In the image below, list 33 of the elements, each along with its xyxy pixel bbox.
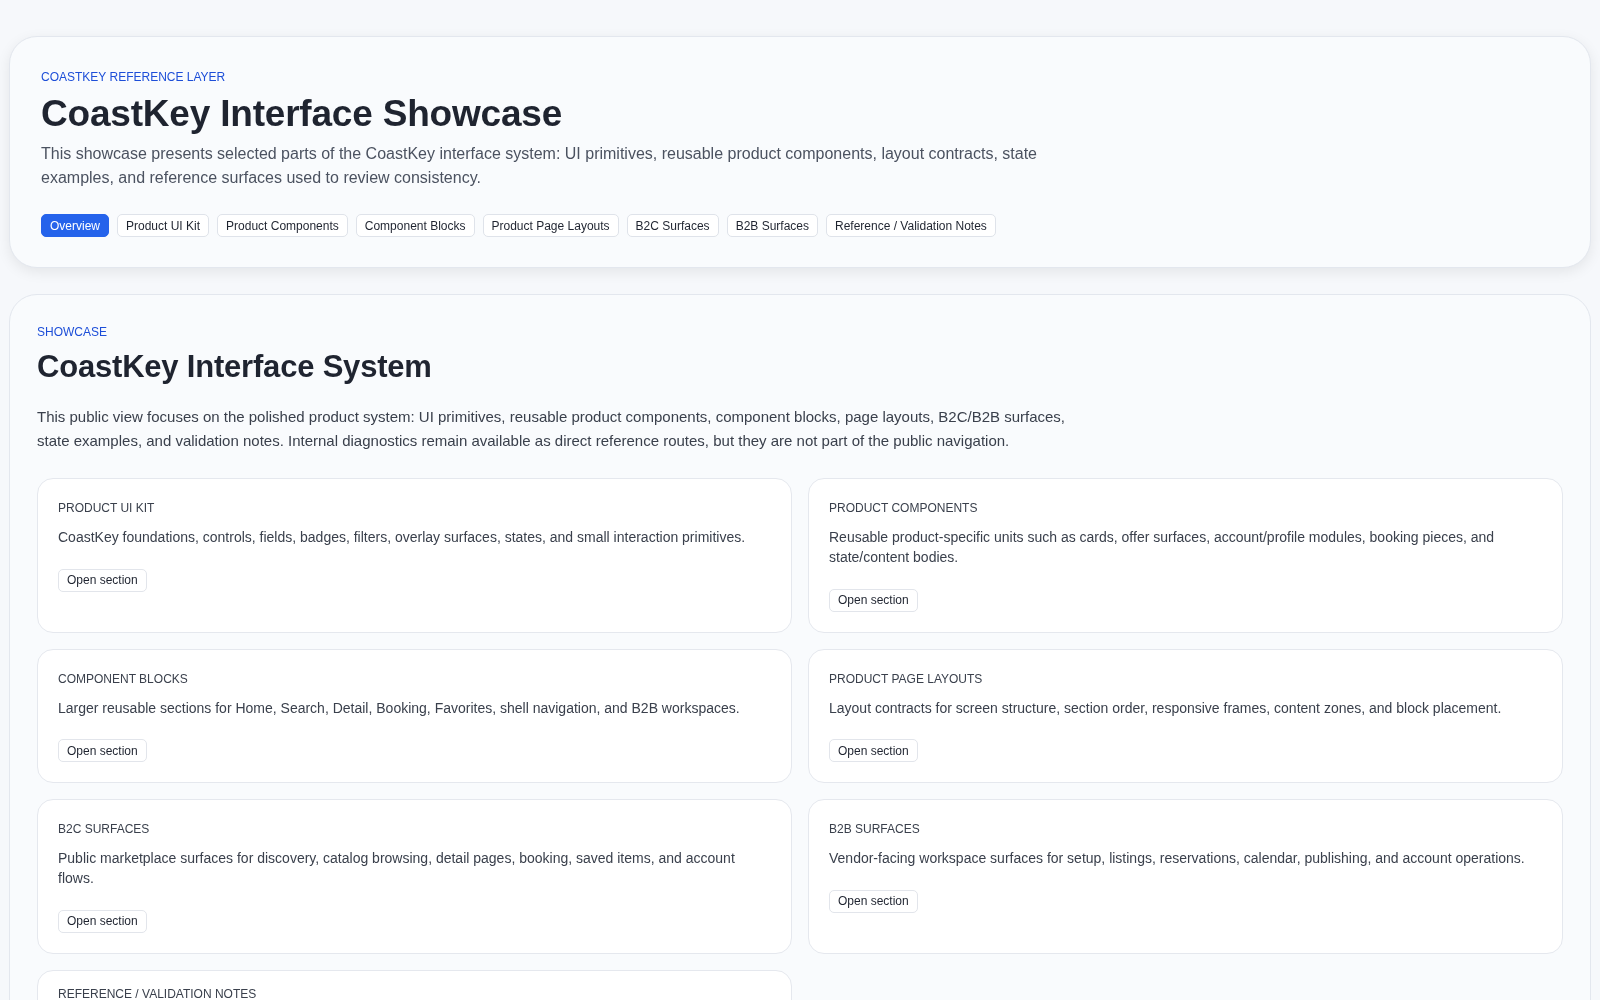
card-title: B2B SURFACES	[829, 821, 921, 838]
nav-tab[interactable]: Overview	[41, 214, 109, 237]
open-section-button[interactable]: Open section	[58, 909, 147, 933]
card-title: COMPONENT BLOCKS	[58, 670, 189, 688]
page-title: CoastKey Interface Showcase	[41, 92, 564, 136]
card-title: PRODUCT PAGE LAYOUTS	[829, 670, 984, 688]
card-title: REFERENCE / VALIDATION NOTES	[58, 985, 258, 1000]
page-description: This showcase presents selected parts of the CoastKey interface system: UI primitives, reusable product components, layout contracts, state examples, and reference surfaces used to review consistency.	[41, 144, 1038, 188]
open-section-button[interactable]: Open section	[829, 739, 918, 762]
nav-tab[interactable]: Product Page Layouts	[482, 214, 619, 237]
eyebrow-label: COASTKEY REFERENCE LAYER	[41, 69, 227, 86]
card-description: CoastKey foundations, controls, fields, badges, filters, overlay surfaces, states, and small interaction primitives.	[58, 528, 747, 547]
nav-tab[interactable]: B2B Surfaces	[726, 214, 818, 237]
card-title: PRODUCT COMPONENTS	[829, 500, 979, 517]
card-title: PRODUCT UI KIT	[58, 500, 156, 517]
nav-tab[interactable]: Product Components	[217, 214, 348, 237]
open-section-button[interactable]: Open section	[829, 889, 918, 913]
nav-tab[interactable]: Reference / Validation Notes	[826, 214, 996, 237]
nav-tab[interactable]: Component Blocks	[355, 214, 475, 237]
section-title: CoastKey Interface System	[37, 349, 433, 385]
eyebrow-label: SHOWCASE	[37, 324, 108, 341]
card-description: Layout contracts for screen structure, section order, responsive frames, content zones, and block placement.	[829, 698, 1503, 718]
card-description: Reusable product-specific units such as cards, offer surfaces, account/profile modules, booking pieces, and state/content bodies.	[829, 528, 1496, 567]
nav-tab[interactable]: B2C Surfaces	[626, 214, 719, 237]
card-description: Vendor-facing workspace surfaces for setup, listings, reservations, calendar, publishing, and account operations.	[829, 849, 1526, 868]
nav-tab[interactable]: Product UI Kit	[117, 214, 210, 237]
card-description: Public marketplace surfaces for discovery, catalog browsing, detail pages, booking, saved items, and account flows.	[58, 849, 736, 888]
card-description: Larger reusable sections for Home, Search, Detail, Booking, Favorites, shell navigation, and B2B workspaces.	[58, 698, 741, 718]
section-description: This public view focuses on the polished product system: UI primitives, reusable product components, component blocks, page layouts, B2C/B2B surfaces, state examples, and validation notes. Internal diagnostics remain available as direct reference routes, but they are not part of the public navigation.	[37, 407, 1066, 451]
open-section-button[interactable]: Open section	[58, 568, 147, 592]
card-title: B2C SURFACES	[58, 821, 151, 838]
open-section-button[interactable]: Open section	[58, 739, 147, 762]
open-section-button[interactable]: Open section	[829, 588, 918, 612]
